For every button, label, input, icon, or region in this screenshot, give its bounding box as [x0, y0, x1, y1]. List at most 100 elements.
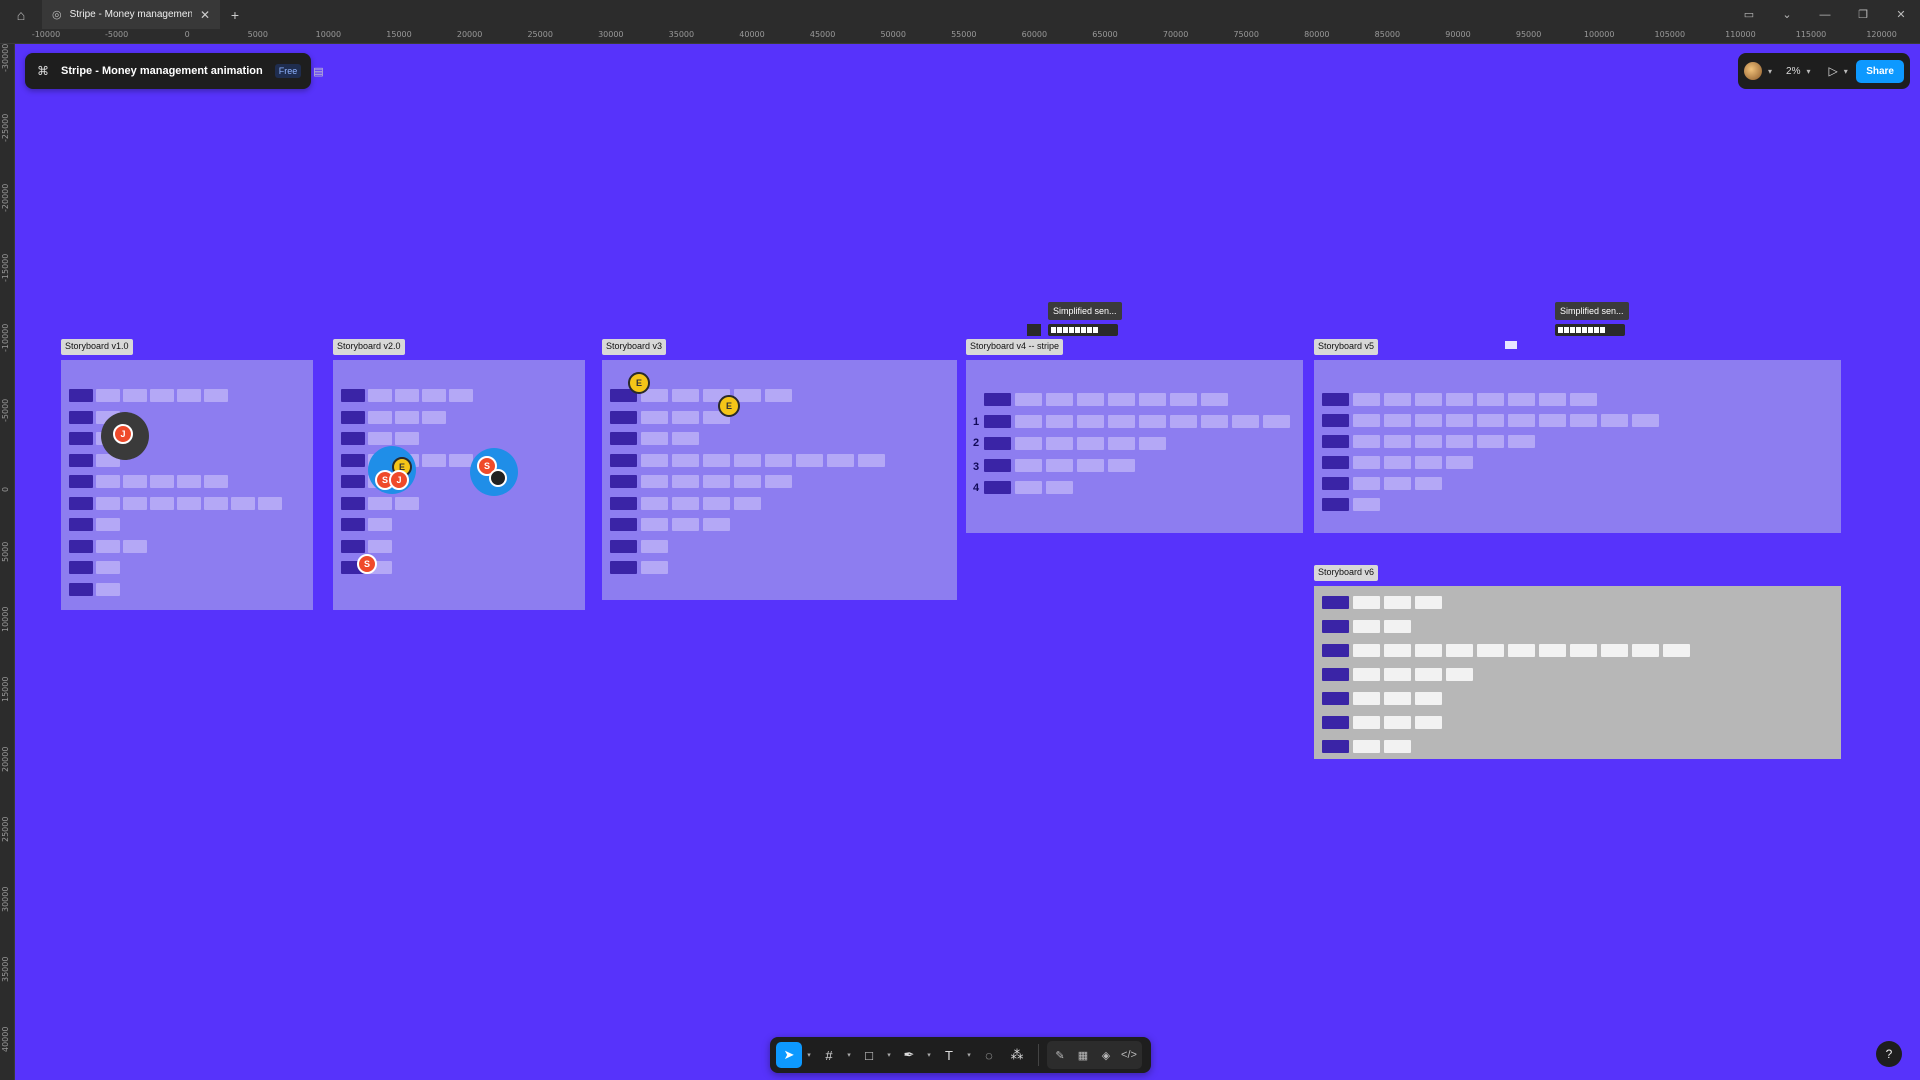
- ruler-tick-label: 30000: [598, 30, 624, 39]
- row-number: 3: [973, 461, 980, 473]
- help-button[interactable]: ?: [1876, 1041, 1902, 1067]
- maximize-icon[interactable]: ❐: [1844, 0, 1882, 29]
- chevron-down-icon[interactable]: ⌄: [1768, 0, 1806, 29]
- move-tool-icon[interactable]: ➤: [776, 1042, 802, 1068]
- user-avatar[interactable]: [1744, 62, 1762, 80]
- pen-tool-icon[interactable]: ✒: [896, 1042, 922, 1068]
- sidebar-toggle-icon[interactable]: ▤: [313, 65, 323, 78]
- minimize-icon[interactable]: —: [1806, 0, 1844, 29]
- share-button[interactable]: Share: [1856, 59, 1904, 83]
- top-right-panel: ▾ 2% ▾ ▷ ▾ Share: [1738, 53, 1910, 89]
- frame-thumbnail: [703, 475, 730, 488]
- file-tab[interactable]: ◎ Stripe - Money management ani ✕: [42, 0, 220, 29]
- frame-thumbnail: [1477, 435, 1504, 448]
- ruler-tick-label: 100000: [1583, 30, 1615, 39]
- chevron-down-icon[interactable]: ▾: [884, 1051, 894, 1059]
- frame-storyboard-v4[interactable]: [966, 360, 1303, 533]
- chevron-down-icon[interactable]: ▾: [924, 1051, 934, 1059]
- zoom-chevron-icon[interactable]: ▾: [1806, 67, 1810, 76]
- frame-thumbnail: [368, 496, 392, 510]
- frame-thumbnail: [1446, 668, 1473, 681]
- frame-thumbnail: [368, 389, 392, 402]
- frame-thumbnail: [672, 432, 699, 445]
- chevron-down-icon[interactable]: ▾: [1768, 67, 1772, 76]
- collaborator-cursor: J: [113, 424, 133, 444]
- frame-thumbnail: [1384, 456, 1411, 469]
- frame-thumbnail: [1077, 459, 1104, 472]
- frame-tool-icon[interactable]: #: [816, 1042, 842, 1068]
- frame-thumbnail: [672, 475, 699, 488]
- frame-label-v4[interactable]: Storyboard v4 -- stripe: [966, 339, 1064, 355]
- ruler-tick-label: 15000: [1, 676, 10, 702]
- frame-thumbnail: [1632, 644, 1659, 657]
- frame-thumbnail: [69, 561, 93, 574]
- collaborator-avatar: [489, 469, 507, 487]
- frame-thumbnail: [765, 475, 792, 488]
- frame-thumbnail: [1384, 414, 1411, 427]
- new-tab-button[interactable]: +: [220, 7, 250, 23]
- text-tool-icon[interactable]: T: [936, 1042, 962, 1068]
- frame-storyboard-v1[interactable]: [61, 360, 313, 610]
- frame-label-v3[interactable]: Storyboard v3: [602, 339, 667, 355]
- frame-thumbnail: [610, 539, 637, 553]
- frame-thumbnail: [69, 432, 93, 445]
- bottom-toolbar: ➤ ▾ # ▾ □ ▾ ✒ ▾ T ▾ ◌ ⁂ ✎ ▦ ◈ </>: [770, 1037, 1151, 1073]
- frame-label-v2[interactable]: Storyboard v2.0: [333, 339, 405, 355]
- frame-thumbnail: [177, 496, 201, 510]
- frame-thumbnail: [368, 518, 392, 531]
- frame-storyboard-v5[interactable]: [1314, 360, 1841, 533]
- design-mode-icon[interactable]: ▦: [1072, 1043, 1094, 1067]
- frame-storyboard-v3[interactable]: [602, 360, 957, 600]
- frame-thumbnail: [341, 518, 365, 531]
- frame-thumbnail: [1384, 740, 1411, 753]
- file-name[interactable]: Stripe - Money management animation: [61, 65, 263, 77]
- rectangle-tool-icon[interactable]: □: [856, 1042, 882, 1068]
- frame-thumbnail: [672, 496, 699, 510]
- close-tab-icon[interactable]: ✕: [200, 8, 210, 22]
- frame-thumbnail: [1415, 644, 1442, 657]
- frame-thumbnail: [1508, 414, 1535, 427]
- prototype-mode-icon[interactable]: ◈: [1095, 1043, 1117, 1067]
- frame-thumbnail: [449, 453, 473, 467]
- sticky-note-header[interactable]: Simplified sen...: [1555, 302, 1629, 320]
- frame-label-v6[interactable]: Storyboard v6: [1314, 565, 1379, 581]
- draw-mode-icon[interactable]: ✎: [1049, 1043, 1071, 1067]
- panel-toggle-icon[interactable]: ▭: [1730, 0, 1768, 29]
- frame-thumbnail: [1539, 644, 1566, 657]
- frame-thumbnail: [1446, 435, 1473, 448]
- note-body: [1555, 324, 1625, 336]
- frame-thumbnail: [341, 475, 365, 488]
- frame-storyboard-v6[interactable]: [1314, 586, 1841, 759]
- frame-thumbnail: [123, 539, 147, 553]
- frame-thumbnail: [123, 389, 147, 402]
- chevron-down-icon[interactable]: ▾: [964, 1051, 974, 1059]
- dev-mode-icon[interactable]: </>: [1118, 1043, 1140, 1067]
- frame-thumbnail: [610, 453, 637, 467]
- frame-label-v1[interactable]: Storyboard v1.0: [61, 339, 133, 355]
- ruler-tick-label: 45000: [809, 30, 836, 39]
- frame-label-v5[interactable]: Storyboard v5: [1314, 339, 1379, 355]
- home-icon[interactable]: ⌂: [0, 0, 42, 29]
- comment-tool-icon[interactable]: ◌: [976, 1042, 1002, 1068]
- frame-thumbnail: [1353, 393, 1380, 406]
- frame-thumbnail: [1663, 644, 1690, 657]
- row-number: 1: [973, 416, 980, 428]
- resources-tool-icon[interactable]: ⁂: [1004, 1042, 1030, 1068]
- zoom-level[interactable]: 2%: [1786, 66, 1800, 77]
- ruler-tick-label: 120000: [1866, 30, 1897, 39]
- sticky-note-header[interactable]: Simplified sen...: [1048, 302, 1122, 320]
- main-menu-icon[interactable]: ⌘: [37, 64, 49, 78]
- frame-thumbnail: [1384, 596, 1411, 609]
- present-chevron-icon[interactable]: ▾: [1844, 67, 1848, 76]
- frame-thumbnail: [1015, 393, 1042, 406]
- frame-thumbnail: [734, 453, 761, 467]
- frame-thumbnail: [1601, 414, 1628, 427]
- window-controls: ▭ ⌄ — ❐ ✕: [1730, 0, 1920, 29]
- chevron-down-icon[interactable]: ▾: [804, 1051, 814, 1059]
- frame-thumbnail: [422, 389, 446, 402]
- ruler-tick-label: -5000: [1, 398, 10, 422]
- chevron-down-icon[interactable]: ▾: [844, 1051, 854, 1059]
- present-play-icon[interactable]: ▷: [1828, 64, 1837, 78]
- close-window-icon[interactable]: ✕: [1882, 0, 1920, 29]
- ruler-tick-label: 95000: [1515, 30, 1542, 39]
